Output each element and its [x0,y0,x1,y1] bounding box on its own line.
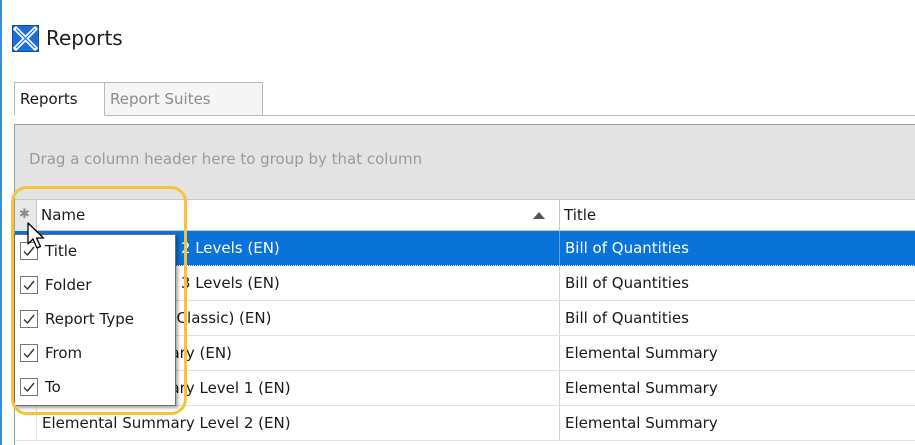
mouse-cursor-icon [27,222,45,249]
cell-title[interactable]: Bill of Quantities [560,266,915,300]
tab-bar: Reports Report Suites [14,82,915,116]
tab-divider [263,115,915,116]
column-header-title-label: Title [564,206,597,224]
close-box-icon [12,25,39,52]
cell-title[interactable]: Bill of Quantities [560,301,915,335]
cell-title[interactable]: Elemental Summary [560,371,915,405]
cell-title[interactable]: Elemental Summary [560,406,915,440]
cell-title[interactable]: Elemental Summary [560,336,915,370]
column-header-title[interactable]: Title [560,200,915,231]
title-bar: Reports [2,18,915,58]
cell-title[interactable]: Bill of Quantities [560,231,915,265]
callout-highlight [11,186,187,415]
reports-window: Reports Reports Report Suites Drag a col… [0,0,915,445]
window-title: Reports [46,26,123,50]
tab-report-suites[interactable]: Report Suites [105,82,263,116]
sort-ascending-icon [533,212,545,219]
group-by-hint: Drag a column header here to group by th… [29,150,423,168]
tab-reports[interactable]: Reports [14,82,105,116]
